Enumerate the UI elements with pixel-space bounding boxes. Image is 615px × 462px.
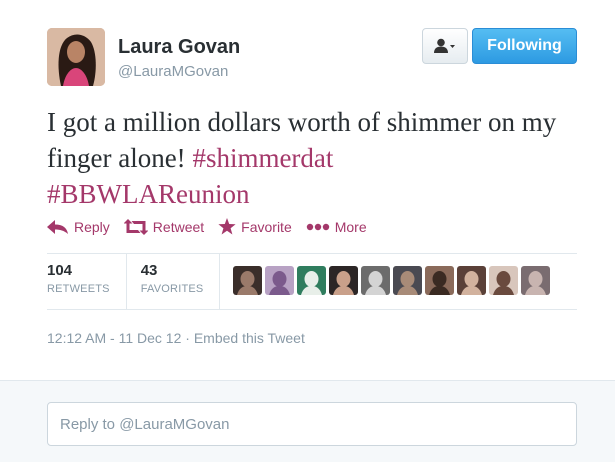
retweet-icon	[123, 218, 148, 235]
avatar[interactable]	[47, 28, 105, 86]
tweet-card: Laura Govan @LauraMGovan Following I got…	[0, 0, 615, 380]
favorites-count: 43	[140, 262, 158, 279]
favoriter-avatar[interactable]	[521, 266, 550, 295]
retweets-count: 104	[47, 262, 73, 279]
tweet-text: I got a million dollars worth of shimmer…	[47, 104, 587, 212]
more-action[interactable]: More	[306, 219, 367, 235]
reply-input[interactable]	[47, 402, 577, 446]
retweets-label: RETWEETS	[47, 283, 110, 295]
retweet-label: Retweet	[152, 218, 205, 235]
favorite-label: Favorite	[241, 218, 292, 235]
meta-separator: ·	[181, 330, 194, 346]
favoriter-avatar[interactable]	[489, 266, 518, 295]
timestamp-link[interactable]: 12:12 AM - 11 Dec 12	[47, 330, 181, 346]
display-name[interactable]: Laura Govan	[118, 36, 240, 59]
user-actions-dropdown[interactable]	[422, 28, 468, 64]
embed-tweet-link[interactable]: Embed this Tweet	[194, 330, 305, 346]
hashtag-link[interactable]: #shimmerdat	[192, 143, 333, 173]
favoriter-avatar[interactable]	[361, 266, 390, 295]
favoriters-avatars	[233, 266, 553, 295]
username[interactable]: @LauraMGovan	[118, 63, 228, 80]
favoriter-avatar[interactable]	[425, 266, 454, 295]
person-icon	[434, 38, 455, 53]
favorites-stat[interactable]: 43 FAVORITES	[141, 254, 221, 309]
retweets-stat[interactable]: 104 RETWEETS	[47, 254, 127, 309]
more-label: More	[334, 218, 367, 235]
following-button[interactable]: Following	[472, 28, 577, 64]
more-dots-icon	[306, 223, 329, 230]
favoriter-avatar[interactable]	[329, 266, 358, 295]
chevron-down-icon	[450, 45, 455, 48]
favorite-action[interactable]: Favorite	[218, 218, 292, 235]
reply-action[interactable]: Reply	[47, 219, 110, 235]
tweet-actions: Reply Retweet Favorite More	[47, 218, 381, 235]
reply-box-area	[0, 380, 615, 462]
star-icon	[218, 218, 236, 235]
favoriter-avatar[interactable]	[233, 266, 262, 295]
favoriter-avatar[interactable]	[457, 266, 486, 295]
divider	[47, 309, 577, 310]
tweet-meta: 12:12 AM - 11 Dec 12 · Embed this Tweet	[47, 330, 305, 346]
hashtag-link[interactable]: #BBWLAReunion	[47, 179, 250, 209]
reply-icon	[47, 219, 68, 234]
favorites-label: FAVORITES	[140, 283, 204, 295]
reply-label: Reply	[74, 218, 110, 235]
favoriter-avatar[interactable]	[297, 266, 326, 295]
retweet-action[interactable]: Retweet	[123, 218, 205, 235]
favoriter-avatar[interactable]	[265, 266, 294, 295]
tweet-stats: 104 RETWEETS 43 FAVORITES	[47, 254, 234, 309]
favoriter-avatar[interactable]	[393, 266, 422, 295]
